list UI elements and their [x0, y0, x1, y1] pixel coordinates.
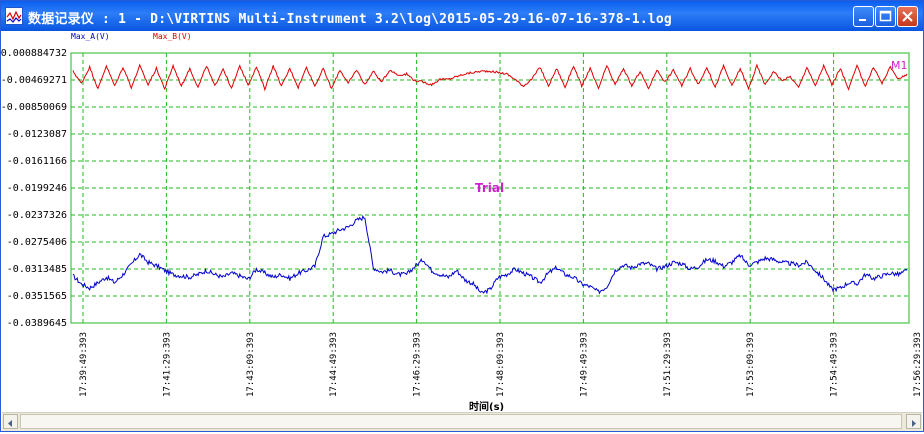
y-tick-label: -0.0313485: [7, 264, 67, 275]
scrollbar-thumb[interactable]: [20, 414, 902, 429]
data-logger-chart: Max_A(V) Max_B(V) 0.000884732 -0.00469271…: [1, 32, 923, 413]
scroll-right-button[interactable]: [906, 414, 921, 429]
y-axis-ticks: 0.000884732 -0.00469271 -0.00850069 -0.0123…: [1, 48, 67, 329]
title-bar[interactable]: 数据记录仪 : 1 - D:\VIRTINS Multi-Instrument …: [1, 1, 923, 31]
close-icon: [902, 11, 913, 22]
minimize-icon: [859, 19, 866, 21]
maximize-icon: [879, 10, 892, 22]
x-axis-label: 时间(s): [469, 400, 504, 411]
marker-m1-label: M1: [891, 59, 908, 72]
close-button[interactable]: [897, 6, 918, 27]
horizontal-scrollbar[interactable]: [2, 412, 922, 431]
x-tick-label: 17:43:09:393: [246, 332, 256, 397]
y-tick-label: -0.0237326: [7, 210, 67, 221]
window-title: 数据记录仪 : 1 - D:\VIRTINS Multi-Instrument …: [28, 12, 672, 27]
x-tick-label: 17:48:09:393: [496, 332, 506, 397]
x-tick-label: 17:39:49:393: [79, 332, 89, 397]
chart-panel: Max_A(V) Max_B(V) 0.000884732 -0.00469271…: [1, 31, 923, 413]
data-logger-window: 数据记录仪 : 1 - D:\VIRTINS Multi-Instrument …: [0, 0, 924, 432]
x-tick-label: 17:51:29:393: [663, 332, 673, 397]
arrow-right-icon: [912, 420, 916, 427]
y-tick-label: -0.0199246: [7, 183, 67, 194]
y-tick-label: -0.0161166: [7, 156, 67, 167]
x-tick-label: 17:46:29:393: [413, 332, 423, 397]
x-tick-label: 17:53:09:393: [746, 332, 756, 397]
y-tick-label: -0.0351565: [7, 291, 67, 302]
x-tick-label: 17:56:29:393: [913, 332, 923, 397]
legend-series-b: Max_B(V): [153, 32, 192, 41]
y-tick-label: -0.0275406: [7, 237, 67, 248]
chart-app-icon: [5, 7, 23, 25]
y-tick-label: -0.0123087: [7, 129, 67, 140]
y-tick-label: 0.000884732: [1, 48, 67, 59]
scroll-left-button[interactable]: [3, 414, 18, 429]
legend-series-a: Max_A(V): [71, 32, 110, 41]
trial-watermark: Trial: [475, 181, 504, 195]
x-tick-label: 17:49:49:393: [579, 332, 589, 397]
y-tick-label: -0.00469271: [1, 75, 67, 86]
y-tick-label: -0.00850069: [1, 102, 67, 113]
y-tick-label: -0.0389645: [7, 318, 67, 329]
x-axis-ticks: 17:39:49:393 17:41:29:393 17:43:09:393 17:4…: [79, 332, 923, 397]
maximize-button[interactable]: [875, 6, 896, 27]
legend: Max_A(V) Max_B(V): [71, 32, 192, 41]
minimize-button[interactable]: [853, 6, 874, 27]
x-tick-label: 17:54:49:393: [830, 332, 840, 397]
x-tick-label: 17:44:49:393: [329, 332, 339, 397]
arrow-left-icon: [8, 420, 12, 427]
x-tick-label: 17:41:29:393: [162, 332, 172, 397]
